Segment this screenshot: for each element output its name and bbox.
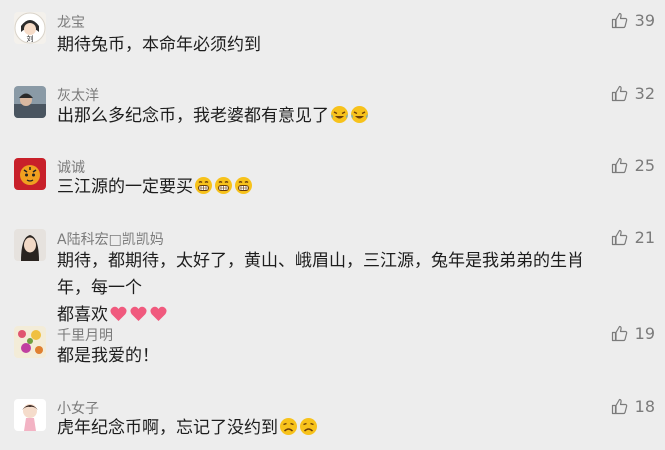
crying-laughing-emoji-icon — [350, 105, 369, 124]
like-count: 21 — [634, 228, 655, 247]
flowers-avatar-icon — [14, 326, 46, 358]
comment-body-line-2-text: 都喜欢 — [57, 305, 108, 325]
like-button[interactable]: 19 — [611, 324, 655, 343]
comment-text: 虎年纪念币啊，忘记了没约到 — [57, 415, 617, 442]
comment-body: 都是我爱的！ — [57, 346, 159, 366]
like-button[interactable]: 32 — [611, 84, 655, 103]
commenter-name[interactable]: 龙宝 — [57, 12, 85, 32]
comment-text: 三江源的一定要买 — [57, 174, 617, 201]
commenter-name[interactable]: 千里月明 — [57, 325, 113, 345]
thumbs-up-icon — [611, 157, 628, 174]
comment-body: 出那么多纪念币，我老婆都有意见了 — [57, 106, 329, 126]
comment-body: 期待兔币，本命年必须约到 — [57, 35, 261, 55]
photo-avatar-icon — [14, 86, 46, 118]
crying-laughing-emoji-icon — [330, 105, 349, 124]
avatar[interactable] — [14, 229, 46, 261]
grinning-emoji-icon — [194, 176, 213, 195]
like-count: 32 — [634, 84, 655, 103]
comment-text: 期待兔币，本命年必须约到 — [57, 32, 617, 59]
sad-face-emoji-icon — [279, 417, 298, 436]
commenter-name[interactable]: 灰太洋 — [57, 85, 99, 105]
avatar[interactable]: 刘 — [14, 12, 46, 44]
comment-text: 都是我爱的！ — [57, 343, 617, 370]
pink-heart-emoji-icon — [109, 304, 128, 323]
avatar[interactable] — [14, 158, 46, 190]
thumbs-up-icon — [611, 229, 628, 246]
thumbs-up-icon — [611, 85, 628, 102]
like-count: 39 — [634, 11, 655, 30]
comment-body-line-1: 期待，都期待，太好了，黄山、峨眉山，三江源，兔年是我弟弟的生肖年，每一个 — [57, 251, 584, 298]
svg-text:刘: 刘 — [27, 34, 34, 43]
comment-body-line-2: 都喜欢 — [57, 302, 617, 329]
like-button[interactable]: 21 — [611, 228, 655, 247]
grinning-emoji-icon — [234, 176, 253, 195]
pink-heart-emoji-icon — [149, 304, 168, 323]
thumbs-up-icon — [611, 398, 628, 415]
comment-body: 虎年纪念币啊，忘记了没约到 — [57, 418, 278, 438]
sad-face-emoji-icon — [299, 417, 318, 436]
avatar[interactable] — [14, 326, 46, 358]
like-count: 18 — [634, 397, 655, 416]
pink-heart-emoji-icon — [129, 304, 148, 323]
thumbs-up-icon — [611, 325, 628, 342]
woman-photo-avatar-icon — [14, 229, 46, 261]
like-count: 19 — [634, 324, 655, 343]
grinning-emoji-icon — [214, 176, 233, 195]
commenter-name[interactable]: A陆科宏□凯凯妈 — [57, 229, 164, 249]
like-button[interactable]: 39 — [611, 11, 655, 30]
like-button[interactable]: 18 — [611, 397, 655, 416]
doll-avatar-icon — [14, 399, 46, 431]
comment-text: 期待，都期待，太好了，黄山、峨眉山，三江源，兔年是我弟弟的生肖年，每一个 都喜欢 — [57, 248, 617, 329]
tiger-avatar-icon — [14, 158, 46, 190]
comment-text: 出那么多纪念币，我老婆都有意见了 — [57, 103, 617, 130]
avatar[interactable] — [14, 86, 46, 118]
cartoon-girl-avatar-icon: 刘 — [14, 12, 46, 44]
like-count: 25 — [634, 156, 655, 175]
thumbs-up-icon — [611, 12, 628, 29]
like-button[interactable]: 25 — [611, 156, 655, 175]
avatar[interactable] — [14, 399, 46, 431]
comment-body: 三江源的一定要买 — [57, 177, 193, 197]
